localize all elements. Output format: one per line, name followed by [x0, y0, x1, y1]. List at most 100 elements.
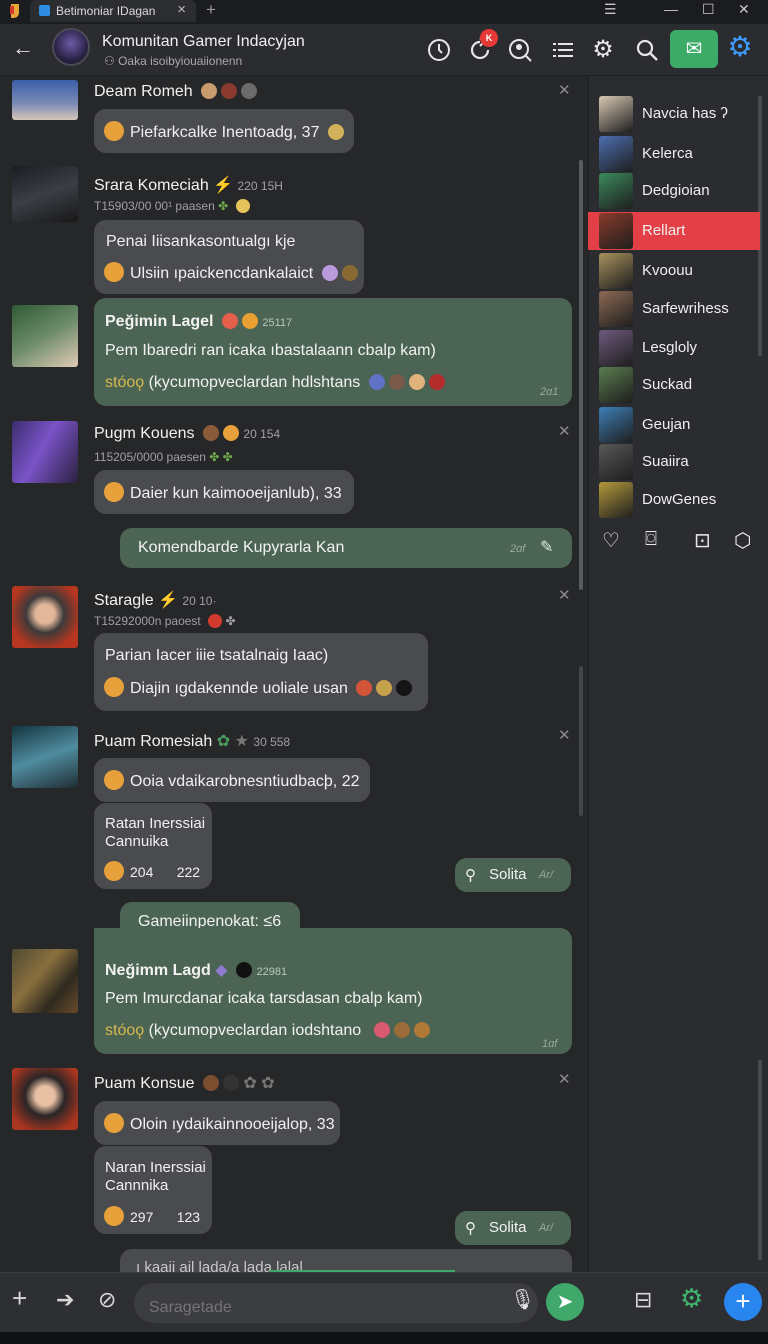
- avatar[interactable]: [12, 586, 78, 648]
- search-user-icon[interactable]: [507, 37, 533, 63]
- gear-green-icon[interactable]: ⚙: [680, 1283, 703, 1314]
- sidebar-item[interactable]: Navcia has ʔ: [588, 95, 760, 133]
- message-text: Ulsiin ıpaickencdankalaict: [130, 265, 314, 282]
- chat-scrollbar[interactable]: [579, 160, 583, 590]
- message-bubble: Parian Iacer iiie tsatalnaig Iaac) Diaji…: [94, 633, 428, 711]
- avatar[interactable]: [12, 421, 78, 483]
- sidebar-item[interactable]: Rellart: [588, 212, 760, 250]
- sidebar-item[interactable]: Kelerca: [588, 135, 760, 173]
- message-text: Oloin ıydaikainnooeijalop, 33: [130, 1116, 335, 1133]
- avatar[interactable]: [12, 305, 78, 367]
- avatar[interactable]: [12, 726, 78, 788]
- message-author[interactable]: Peğimin Lagel 25117: [105, 313, 292, 331]
- avatar[interactable]: [12, 166, 78, 222]
- group-avatar[interactable]: [52, 28, 90, 66]
- emoji-smiley-icon: [104, 1206, 124, 1226]
- member-avatar: [599, 407, 633, 443]
- maximize-button[interactable]: ☐: [702, 1, 715, 18]
- heart-icon[interactable]: ♡: [602, 528, 620, 553]
- close-icon[interactable]: ✕: [558, 726, 571, 744]
- avatar[interactable]: [12, 80, 78, 120]
- member-avatar: [599, 291, 633, 327]
- sidebar-item-label: Dedgioian: [642, 182, 710, 199]
- sidebar-item[interactable]: Suaiira: [588, 443, 760, 481]
- message-author[interactable]: Staragle ⚡ 20 10·: [94, 590, 216, 610]
- reply-pill[interactable]: ⚲ Solita Ar/: [455, 858, 571, 892]
- back-arrow-icon[interactable]: ←: [12, 35, 34, 61]
- close-icon[interactable]: ✕: [558, 81, 571, 99]
- message-bubble: Oloin ıydaikainnooeijalop, 33: [94, 1101, 340, 1145]
- message-author[interactable]: Neğimm Lagd ◆ 22981: [105, 960, 287, 980]
- chat-scrollbar-track[interactable]: [579, 666, 583, 816]
- camera-icon[interactable]: ⌼: [645, 528, 657, 551]
- message-author[interactable]: Srara Komeciah ⚡ 220 15H: [94, 175, 283, 195]
- message-meta: 115205/0000 paesen ✤ ✤: [94, 450, 233, 464]
- sidebar-item[interactable]: Lesgloly: [588, 329, 760, 367]
- plus-button[interactable]: +: [724, 1283, 762, 1321]
- minimize-button[interactable]: —: [664, 1, 678, 17]
- send-icon: ➤: [556, 1291, 574, 1313]
- search-icon: ⚲: [465, 1220, 476, 1237]
- message-author[interactable]: Puam Konsue ✿ ✿: [94, 1073, 275, 1093]
- read-receipt-icon: ✎: [540, 539, 554, 556]
- sidebar-item[interactable]: Kvoouu: [588, 252, 760, 290]
- message-author[interactable]: Puam Romesiah ✿ ★ 30 558: [94, 731, 290, 751]
- emoji-smiley-icon: [104, 121, 124, 141]
- member-avatar: [599, 482, 633, 518]
- outgoing-message-bubble: Komendbarde Kupyrarla Kan 2ɑf ✎: [120, 528, 572, 568]
- browser-tab[interactable]: Betimoniar IDagan ×: [30, 0, 196, 22]
- sidebar-item[interactable]: Dedgioian: [588, 172, 760, 210]
- close-window-button[interactable]: ✕: [738, 1, 750, 18]
- sticker-icon[interactable]: ⊟: [634, 1287, 652, 1313]
- plus-icon: +: [735, 1286, 751, 1316]
- list-icon[interactable]: [551, 38, 575, 62]
- send-button[interactable]: ➤: [546, 1283, 584, 1321]
- tab-title: Betimoniar IDagan: [56, 4, 156, 18]
- box-icon[interactable]: ⬡: [734, 528, 751, 553]
- close-icon[interactable]: ✕: [558, 422, 571, 440]
- new-tab-button[interactable]: +: [206, 0, 216, 20]
- tab-close-icon[interactable]: ×: [177, 1, 186, 18]
- menu-icon[interactable]: ☰: [604, 1, 617, 18]
- outgoing-message-bubble: ı kaaii ail lada/a lada lalal: [120, 1249, 572, 1272]
- reply-pill[interactable]: ⚲ Solita Ar/: [455, 1211, 571, 1245]
- card-subtitle: Cannuika: [105, 833, 169, 850]
- message-meta: T15903/00 00¹ paasen ✤: [94, 199, 250, 213]
- settings-icon[interactable]: ⚙: [727, 33, 753, 61]
- message-text: Pem Ibaredri ran icaka ıbastalaann cbalp…: [105, 342, 436, 359]
- message-meta: T15292000n paoest ✤: [94, 614, 236, 628]
- sidebar-item-label: Rellart: [642, 222, 686, 239]
- avatar[interactable]: [12, 949, 78, 1013]
- sidebar-item[interactable]: Sarfewrihess: [588, 290, 760, 328]
- close-icon[interactable]: ✕: [558, 586, 571, 604]
- message-text: Daier kun kaimooeijanlub), 33: [130, 485, 342, 502]
- block-icon[interactable]: ⊘: [98, 1287, 116, 1313]
- group-subtitle: ⚇ Oaka isoibyiouaiionenn: [104, 54, 243, 68]
- message-author[interactable]: Pugm Kouens 20 154: [94, 425, 280, 443]
- message-input[interactable]: [134, 1283, 538, 1323]
- add-icon[interactable]: +: [12, 1283, 27, 1314]
- microphone-icon[interactable]: 🎙: [510, 1287, 535, 1312]
- search-icon[interactable]: [634, 37, 660, 63]
- bot-icon[interactable]: ⊡: [694, 528, 711, 553]
- sidebar-item[interactable]: DowGenes: [588, 481, 760, 519]
- mail-button[interactable]: ✉: [670, 30, 718, 68]
- member-avatar: [599, 213, 633, 249]
- forward-icon[interactable]: ➔: [56, 1287, 74, 1313]
- sidebar-item[interactable]: Geujan: [588, 406, 760, 444]
- gear-icon[interactable]: ⚙: [590, 37, 616, 63]
- card-subtitle: Cannnika: [105, 1177, 169, 1194]
- message-bubble-highlight: Peğimin Lagel 25117 Pem Ibaredri ran ica…: [94, 298, 572, 406]
- history-icon[interactable]: [426, 37, 452, 63]
- message-bubble: Piefarkcalke Inentoadg, 37: [94, 109, 354, 153]
- member-avatar: [599, 330, 633, 366]
- sidebar-item[interactable]: Suckad: [588, 366, 760, 404]
- message-author[interactable]: Deam Romeh: [94, 83, 258, 101]
- message-text: Komendbarde Kupyrarla Kan: [138, 539, 345, 556]
- avatar[interactable]: [12, 1068, 78, 1130]
- message-list[interactable]: Deam Romeh ✕ Piefarkcalke Inentoadg, 37 …: [0, 76, 588, 1272]
- sidebar-scrollbar-lower[interactable]: [758, 1060, 762, 1260]
- close-icon[interactable]: ✕: [558, 1070, 571, 1088]
- sidebar-item-label: Suaiira: [642, 453, 689, 470]
- message-text: Ooia vdaikarobnesntiudbacþ, 22: [130, 773, 360, 790]
